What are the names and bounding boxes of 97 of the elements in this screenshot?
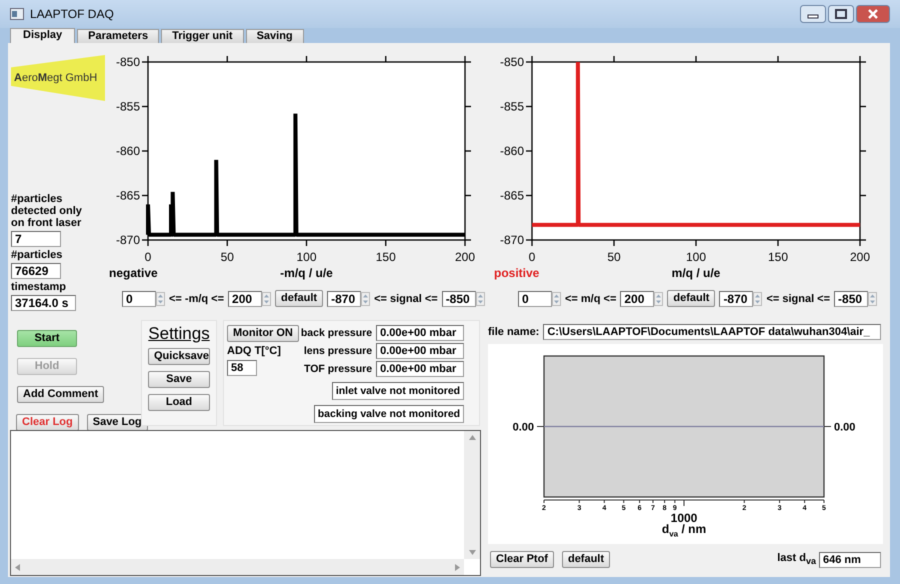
number-field[interactable]: 0: [122, 290, 156, 306]
spinner-icon[interactable]: [361, 292, 370, 306]
number-field[interactable]: -870: [719, 290, 754, 306]
tick-label: 0.00: [834, 422, 856, 434]
temperature-label: ADQ T[°C]: [227, 345, 282, 357]
temperature-field: 58: [227, 360, 257, 376]
scroll-left-icon[interactable]: [15, 564, 20, 570]
last-size-label: last d$_{va}$: [777, 552, 816, 567]
stat-label: #particles detected only on front laser: [11, 193, 83, 229]
pressure-label: TOF pressure: [304, 363, 372, 375]
settings-button[interactable]: Quicksave: [148, 348, 210, 365]
vertical-scrollbar[interactable]: [464, 431, 480, 559]
action-button[interactable]: Clear Log: [16, 414, 79, 431]
range-label: <= signal <=: [766, 292, 830, 304]
tick-label: 100: [296, 250, 317, 264]
tick-label: -865: [116, 188, 140, 202]
minimize-icon[interactable]: [800, 5, 826, 23]
tick-label: 150: [768, 250, 788, 264]
tick-label: -860: [500, 144, 524, 158]
tick-label: 0.00: [512, 422, 534, 434]
number-field[interactable]: 200: [228, 290, 262, 306]
number-field[interactable]: 0: [518, 290, 552, 306]
spinner-icon[interactable]: [262, 292, 272, 306]
default-button[interactable]: default: [667, 290, 716, 307]
tab[interactable]: Parameters: [77, 29, 160, 43]
range-label: <= -m/q <=: [169, 292, 224, 304]
close-icon[interactable]: [856, 5, 890, 23]
file-name-field[interactable]: C:\Users\LAAPTOF\Documents\LAAPTOF data\wuhan304\air_: [543, 324, 882, 340]
tick-label: -850: [500, 55, 524, 69]
scroll-right-icon[interactable]: [455, 564, 460, 570]
valve-status: inlet valve not monitored: [332, 382, 464, 400]
action-button[interactable]: Add Comment: [17, 386, 104, 403]
range-label: <= m/q <=: [565, 292, 616, 304]
axis-label: -m/q / u/e: [280, 266, 333, 280]
stat-label: #particles: [11, 249, 64, 261]
value-field: 7: [11, 231, 61, 247]
pressure-label: lens pressure: [304, 345, 372, 357]
tick-label: 50: [220, 250, 234, 264]
tick-label: -855: [500, 100, 524, 114]
scroll-up-icon[interactable]: [468, 435, 476, 440]
range-label: <= signal <=: [374, 292, 438, 304]
settings-button[interactable]: Save: [148, 371, 210, 388]
tick-label: 150: [376, 250, 396, 264]
file-name-label: file name:: [488, 326, 540, 338]
tick-label: 50: [607, 250, 621, 264]
tick-label: 0: [144, 250, 152, 264]
spinner-icon[interactable]: [476, 292, 485, 306]
number-field[interactable]: -850: [442, 290, 476, 306]
polarity-label: positive: [494, 266, 540, 280]
tick-label: -870: [116, 233, 140, 247]
axis-label: d$_{va}$ / nm: [660, 522, 708, 538]
horizontal-scrollbar[interactable]: [11, 559, 464, 575]
number-field[interactable]: -850: [834, 290, 868, 306]
settings-title: Settings: [148, 324, 210, 344]
pressure-field: 0.00e+00 mbar: [376, 343, 464, 359]
tab[interactable]: Trigger unit: [161, 29, 244, 43]
chart-button[interactable]: default: [562, 551, 610, 568]
tick-label: 1000: [670, 511, 698, 524]
axis-label: m/q / u/e: [672, 266, 720, 280]
value-field: 37164.0 s: [11, 295, 76, 311]
stat-label: timestamp: [11, 281, 68, 293]
number-field[interactable]: 200: [620, 290, 654, 306]
scroll-down-icon[interactable]: [468, 550, 476, 555]
tick-label: -855: [116, 100, 140, 114]
number-field[interactable]: -870: [327, 290, 362, 306]
logo: AeroMegt GmbH: [11, 55, 105, 101]
tick-label: 100: [686, 250, 706, 264]
app-icon: [10, 8, 24, 20]
spinner-icon[interactable]: [552, 292, 561, 306]
polarity-label: negative: [109, 266, 158, 280]
tick-label: -870: [500, 233, 524, 247]
pressure-label: back pressure: [300, 327, 372, 339]
spinner-icon[interactable]: [654, 292, 664, 306]
chart-button[interactable]: Clear Ptof: [490, 551, 554, 568]
tick-label: -865: [500, 188, 524, 202]
tick-label: 200: [454, 250, 476, 264]
maximize-icon[interactable]: [828, 5, 854, 23]
spinner-icon[interactable]: [868, 292, 878, 306]
tick-label: -860: [116, 144, 140, 158]
tick-label: 200: [850, 250, 870, 264]
tick-label: 0: [528, 250, 536, 264]
action-button[interactable]: Start: [17, 330, 77, 347]
valve-status: backing valve not monitored: [314, 405, 464, 423]
pressure-field: 0.00e+00 mbar: [376, 361, 464, 377]
settings-button[interactable]: Load: [148, 394, 210, 411]
last-size-field: 646 nm: [819, 552, 881, 568]
monitor-button[interactable]: Monitor ON: [227, 325, 299, 342]
value-field: 76629: [11, 263, 61, 279]
pressure-field: 0.00e+00 mbar: [376, 325, 464, 341]
default-button[interactable]: default: [275, 290, 324, 307]
tab[interactable]: Display: [10, 28, 76, 43]
tick-label: -850: [116, 55, 140, 69]
spinner-icon[interactable]: [753, 292, 762, 306]
window-title: LAAPTOF DAQ: [30, 7, 115, 21]
log-area[interactable]: [10, 430, 481, 576]
spinner-icon[interactable]: [156, 292, 165, 306]
tab[interactable]: Saving: [246, 29, 304, 43]
